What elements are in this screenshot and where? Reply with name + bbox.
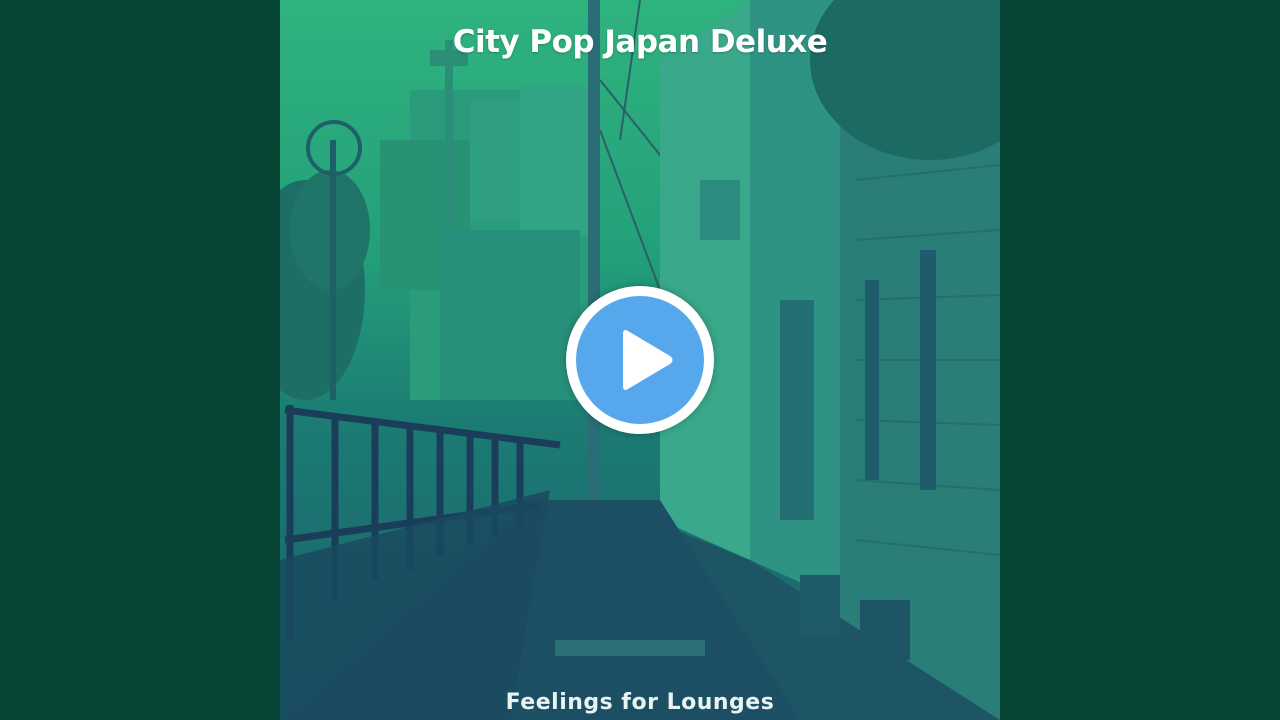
right-letterbox	[1000, 0, 1280, 720]
track-title: Feelings for Lounges	[505, 690, 775, 715]
play-button[interactable]	[566, 286, 714, 434]
album-title: City Pop Japan Deluxe	[452, 24, 828, 60]
play-icon	[623, 330, 673, 390]
left-letterbox	[0, 0, 280, 720]
